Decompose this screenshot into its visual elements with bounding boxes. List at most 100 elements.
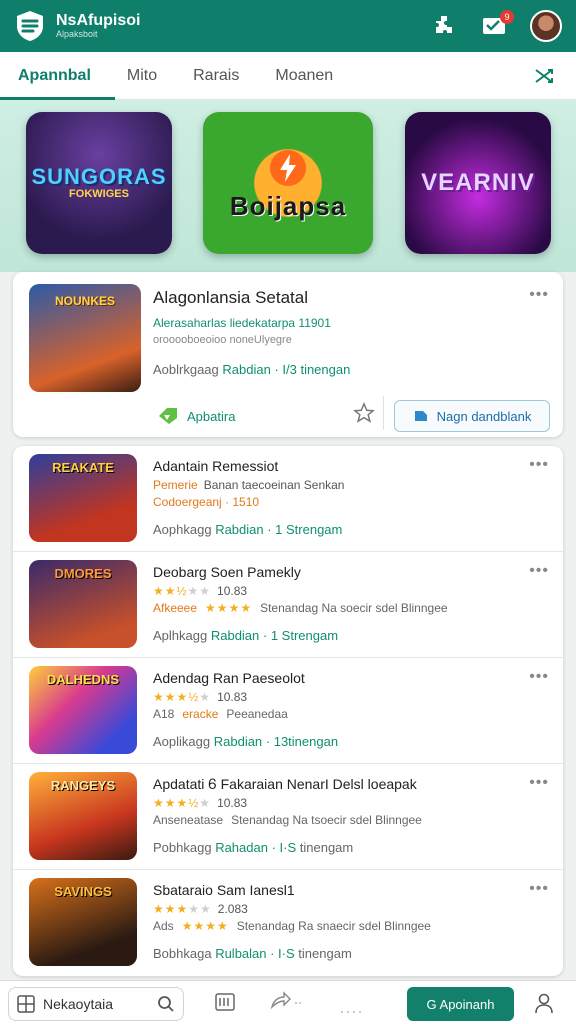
featured-game-3[interactable]: VEARNIV xyxy=(405,112,551,254)
shuffle-icon[interactable] xyxy=(534,66,554,91)
star-favorite-icon[interactable] xyxy=(352,401,377,426)
rating-stars: ★★★½★ xyxy=(153,690,212,704)
library-icon[interactable] xyxy=(214,991,236,1018)
app-list: REAKATE Adantain Remessiot Pemerie Banan… xyxy=(13,446,563,976)
profile-icon[interactable] xyxy=(533,992,555,1019)
app-version: Codoergeanj · 1510 xyxy=(153,495,259,509)
app-subtitle: Alpaksboit xyxy=(56,28,98,39)
rating-stars: ★★½★★ xyxy=(153,584,212,598)
featured-app-developer: orooooboeoioo noneUlyegre xyxy=(153,334,292,346)
app-meta: Aophkagg Rabdian · 1 Strengam xyxy=(153,522,342,537)
app-meta: Aplhkagg Rabdian · 1 Strengam xyxy=(153,628,338,643)
more-options-icon[interactable]: ••• xyxy=(529,774,549,792)
tab-apannbal[interactable]: Apannbal xyxy=(0,52,115,100)
list-item[interactable]: RANGEYS Apdatati Ꮾ Fakaraian NenarI Dels… xyxy=(13,764,563,870)
featured-app-meta-size: Rabdian · I/3 tinengan xyxy=(222,362,351,377)
more-options-icon[interactable]: ••• xyxy=(529,562,549,580)
app-meta-size: Rahadan · I·S xyxy=(215,840,297,855)
featured-app-thumb-text: NOUNKES xyxy=(54,294,115,308)
app-thumb-text: RANGEYS xyxy=(50,778,116,793)
app-stats: Anseneatase Stenandag Na tsoecir sdel Bl… xyxy=(153,813,422,827)
rating-stars: ★★★½★ xyxy=(153,796,212,810)
app-stat-a: Ads xyxy=(153,919,174,933)
list-item[interactable]: DALHEDNS Adendag Ran Paeseolot ★★★½★ 10.… xyxy=(13,658,563,764)
share-icon[interactable] xyxy=(268,991,304,1018)
featured-game-2[interactable]: Boijapsa xyxy=(203,112,373,254)
brand: NsAfupisoi Alpaksboit xyxy=(56,12,140,39)
app-title: Deobarg Soen Pamekly xyxy=(153,564,301,580)
category-chip[interactable]: Apbatira xyxy=(157,406,235,426)
app-tag: Pemerie xyxy=(153,478,198,492)
featured-banner: SUNGORAS FOKWIGES Boijapsa VEARNIV xyxy=(0,100,576,272)
featured-app-card[interactable]: NOUNKES Alagonlansia Setatal Alerasaharl… xyxy=(13,272,563,437)
tab-mito[interactable]: Mito xyxy=(127,52,157,100)
app-rating: ★★★½★ 10.83 xyxy=(153,690,247,704)
shield-logo-icon[interactable] xyxy=(14,10,46,42)
app-meta-size: Rulbalan · I·S xyxy=(215,946,295,961)
bottom-bar: Nekaoytaia G Apoinanh xyxy=(0,980,576,1024)
app-meta: Pobhkagg Rahadan · I·S tinengam xyxy=(153,840,353,855)
list-item[interactable]: DMORES Deobarg Soen Pamekly ★★½★★ 10.83 … xyxy=(13,552,563,658)
search-input[interactable]: Nekaoytaia xyxy=(43,996,113,1012)
download-label: Nagn dandblank xyxy=(436,408,532,424)
app-meta: Bobhkaga Rulbalan · I·S tinengam xyxy=(153,946,352,961)
puzzle-icon[interactable] xyxy=(430,12,458,40)
search-icon[interactable] xyxy=(157,995,175,1013)
app-stat-b: Peeanedaa xyxy=(226,707,288,721)
app-stat-b: Stenandag Na tsoecir sdel Blinngee xyxy=(231,813,422,827)
list-item[interactable]: REAKATE Adantain Remessiot Pemerie Banan… xyxy=(13,446,563,552)
featured-game-1-subtitle: FOKWIGES xyxy=(69,188,129,200)
more-options-icon[interactable]: ••• xyxy=(529,880,549,898)
app-tagline-text: Banan taecoeinan Senkan xyxy=(203,478,345,492)
app-stat-tag: eracke xyxy=(182,707,219,721)
category-label: Apbatira xyxy=(187,408,236,424)
app-thumbnail: RANGEYS xyxy=(29,772,137,860)
inbox-icon[interactable]: 9 xyxy=(480,10,514,40)
app-rating: ★★½★★ 10.83 xyxy=(153,584,247,598)
app-thumb-text: REAKATE xyxy=(52,460,114,475)
avatar[interactable] xyxy=(530,10,562,42)
search-field[interactable]: Nekaoytaia xyxy=(8,987,184,1021)
lightning-icon xyxy=(270,149,306,186)
app-stat-b: Stenandag Ra snaecir sdel Blinngee xyxy=(236,919,431,933)
app-stats: Afkeeee ★★★★ Stenandag Na soecir sdel Bl… xyxy=(153,601,448,615)
app-stats: A18 eracke Peeanedaa xyxy=(153,707,288,721)
tab-rarais[interactable]: Rarais xyxy=(193,52,239,100)
app-thumbnail: DALHEDNS xyxy=(29,666,137,754)
app-thumbnail: SAVINGS xyxy=(29,878,137,966)
more-options-icon[interactable]: ••• xyxy=(529,456,549,474)
app-thumb-text: DMORES xyxy=(54,566,112,581)
more-options-icon[interactable]: ••• xyxy=(529,286,549,304)
featured-game-1[interactable]: SUNGORAS FOKWIGES xyxy=(26,112,172,254)
app-meta: Aoplikagg Rabdian · 13tinengan xyxy=(153,734,338,749)
app-thumbnail: REAKATE xyxy=(29,454,137,542)
app-stat-a: Anseneatase xyxy=(153,813,224,827)
featured-app-thumbnail: NOUNKES xyxy=(29,284,141,392)
app-meta-prefix: Aplhkagg xyxy=(153,628,208,643)
rating-value: 10.83 xyxy=(217,584,248,598)
app-meta-prefix: Pobhkagg xyxy=(153,840,212,855)
divider xyxy=(383,396,384,430)
app-rating: ★★★½★ 10.83 xyxy=(153,796,247,810)
app-name: NsAfupisoi xyxy=(56,12,141,30)
header-actions: 9 xyxy=(430,10,562,42)
app-title: Apdatati Ꮾ Fakaraian NenarI Delsl loeapa… xyxy=(153,776,417,792)
list-item[interactable]: SAVINGS Sbataraio Sam Ianesl1 ★★★★★ 2.08… xyxy=(13,870,563,976)
app-meta-suffix: tinengam xyxy=(298,946,352,961)
app-title: Adendag Ran Paeseolot xyxy=(153,670,305,686)
dots-icon xyxy=(340,1001,364,1019)
app-thumb-text: SAVINGS xyxy=(54,884,112,899)
app-meta-prefix: Bobhkaga xyxy=(153,946,212,961)
app-stat-a: Afkeeee xyxy=(153,601,198,615)
app-stats: Ads ★★★★ Stenandag Ra snaecir sdel Blinn… xyxy=(153,919,431,933)
rating-stars-small: ★★★★ xyxy=(181,919,229,933)
app-title: Sbataraio Sam Ianesl1 xyxy=(153,882,295,898)
more-options-icon[interactable]: ••• xyxy=(529,668,549,686)
rating-value: 10.83 xyxy=(217,690,248,704)
tab-moanen[interactable]: Moanen xyxy=(275,52,333,100)
app-version-text: Codoergeanj · 1510 xyxy=(153,495,260,509)
primary-action-button[interactable]: G Apoinanh xyxy=(407,987,514,1021)
featured-game-3-title: VEARNIV xyxy=(421,169,535,196)
download-button[interactable]: Nagn dandblank xyxy=(394,400,550,432)
app-stat-a: A18 xyxy=(153,707,175,721)
